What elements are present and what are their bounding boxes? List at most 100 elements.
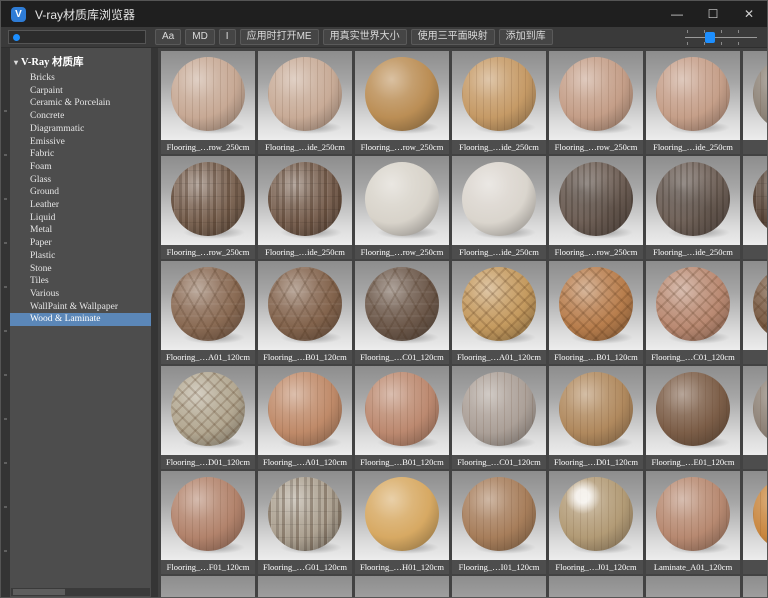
- material-tile[interactable]: Flooring_…B01_120cm: [258, 261, 352, 364]
- sidebar-item-stone[interactable]: Stone: [10, 263, 151, 276]
- sidebar-hscrollbar[interactable]: [11, 588, 150, 596]
- close-button[interactable]: ✕: [731, 1, 767, 27]
- sidebar-item-concrete[interactable]: Concrete: [10, 110, 151, 123]
- toolbar-button-3[interactable]: 应用时打开ME: [240, 29, 319, 45]
- material-tile[interactable]: Flooring_…ide_250cm: [452, 156, 546, 259]
- herringbone-texture: [656, 267, 730, 341]
- material-tile[interactable]: Flooring_…F01_120cm: [161, 471, 255, 574]
- material-tile[interactable]: [452, 576, 546, 597]
- material-tile[interactable]: F: [743, 261, 767, 364]
- material-tile[interactable]: F: [743, 156, 767, 259]
- material-tile[interactable]: Flooring_…J01_120cm: [549, 471, 643, 574]
- sidebar-item-fabric[interactable]: Fabric: [10, 148, 151, 161]
- material-tile[interactable]: Flooring_…D01_120cm: [161, 366, 255, 469]
- sidebar-item-ground[interactable]: Ground: [10, 186, 151, 199]
- material-sphere: [656, 267, 730, 341]
- material-tile[interactable]: [646, 576, 740, 597]
- material-preview: [549, 471, 643, 560]
- material-tile[interactable]: Flooring_…row_250cm: [549, 156, 643, 259]
- material-tile[interactable]: Flooring_…ide_250cm: [646, 156, 740, 259]
- material-tile[interactable]: [743, 576, 767, 597]
- minimize-button[interactable]: —: [659, 1, 695, 27]
- material-tile[interactable]: [258, 576, 352, 597]
- material-tile[interactable]: Flooring_…D01_120cm: [549, 366, 643, 469]
- hex-texture: [268, 267, 342, 341]
- material-tile[interactable]: Flooring_…C01_120cm: [646, 261, 740, 364]
- material-tile[interactable]: [549, 576, 643, 597]
- material-tile[interactable]: Flooring_…ide_250cm: [258, 156, 352, 259]
- sidebar-item-wood-laminate[interactable]: Wood & Laminate: [10, 313, 151, 326]
- material-tile[interactable]: Flooring_…row_250cm: [355, 156, 449, 259]
- material-tile[interactable]: Flooring_…row_250cm: [161, 51, 255, 154]
- sidebar-item-liquid[interactable]: Liquid: [10, 212, 151, 225]
- sidebar-item-plastic[interactable]: Plastic: [10, 250, 151, 263]
- sidebar-item-ceramic-porcelain[interactable]: Ceramic & Porcelain: [10, 97, 151, 110]
- material-preview: [743, 261, 767, 350]
- sidebar-item-bricks[interactable]: Bricks: [10, 72, 151, 85]
- sidebar-item-leather[interactable]: Leather: [10, 199, 151, 212]
- material-sphere: [559, 267, 633, 341]
- material-tile[interactable]: Flooring_…H01_120cm: [355, 471, 449, 574]
- sidebar-item-various[interactable]: Various: [10, 288, 151, 301]
- material-tile[interactable]: Laminate_A01_120cm: [646, 471, 740, 574]
- sidebar-splitter[interactable]: [151, 48, 158, 597]
- material-tile[interactable]: Flooring_…I01_120cm: [452, 471, 546, 574]
- toolbar-button-1[interactable]: MD: [185, 29, 215, 45]
- material-preview: [258, 261, 352, 350]
- material-preview: [452, 51, 546, 140]
- material-tile[interactable]: Flooring_…B01_120cm: [549, 261, 643, 364]
- sidebar-item-diagrammatic[interactable]: Diagrammatic: [10, 123, 151, 136]
- planks-texture: [268, 57, 342, 131]
- material-tile[interactable]: Flooring_…C01_120cm: [355, 261, 449, 364]
- search-field[interactable]: [8, 30, 146, 44]
- material-tile[interactable]: [355, 576, 449, 597]
- material-sphere: [753, 477, 767, 551]
- material-tile[interactable]: Flooring_…row_250cm: [355, 51, 449, 154]
- material-tile[interactable]: F: [743, 51, 767, 154]
- toolbar-button-5[interactable]: 使用三平面映射: [411, 29, 495, 45]
- toolbar-button-0[interactable]: Aa: [155, 29, 181, 45]
- toolbar-button-4[interactable]: 用真实世界大小: [323, 29, 407, 45]
- planks-texture: [753, 477, 767, 551]
- material-label: Flooring_…ide_250cm: [646, 140, 740, 154]
- sidebar-item-paper[interactable]: Paper: [10, 237, 151, 250]
- material-preview: [549, 156, 643, 245]
- maximize-button[interactable]: ☐: [695, 1, 731, 27]
- titlebar[interactable]: V V-ray材质库浏览器 — ☐ ✕: [1, 1, 767, 27]
- planks-texture: [753, 372, 767, 446]
- material-sphere: [656, 162, 730, 236]
- sidebar-root-library[interactable]: ▾V-Ray 材质库: [10, 48, 151, 72]
- sidebar-item-carpaint[interactable]: Carpaint: [10, 85, 151, 98]
- material-tile[interactable]: Flooring_…A01_120cm: [258, 366, 352, 469]
- material-tile[interactable]: [161, 576, 255, 597]
- sidebar-item-glass[interactable]: Glass: [10, 174, 151, 187]
- material-tile[interactable]: Flooring_…ide_250cm: [452, 51, 546, 154]
- sidebar-item-wallpaint-wallpaper[interactable]: WallPaint & Wallpaper: [10, 301, 151, 314]
- toolbar-button-6[interactable]: 添加到库: [499, 29, 553, 45]
- material-tile[interactable]: Flooring_…E01_120cm: [646, 366, 740, 469]
- material-tile[interactable]: Flooring_…ide_250cm: [258, 51, 352, 154]
- sidebar-item-emissive[interactable]: Emissive: [10, 136, 151, 149]
- material-tile[interactable]: [743, 471, 767, 574]
- sidebar-category-list: BricksCarpaintCeramic & PorcelainConcret…: [10, 72, 151, 326]
- thumbnail-size-slider[interactable]: [685, 30, 757, 45]
- material-tile[interactable]: Flooring_…B01_120cm: [355, 366, 449, 469]
- material-tile[interactable]: Flooring_…G01_120cm: [258, 471, 352, 574]
- sidebar-hscrollbar-thumb[interactable]: [13, 589, 65, 595]
- sidebar-item-metal[interactable]: Metal: [10, 224, 151, 237]
- material-label: Flooring_…A01_120cm: [258, 455, 352, 469]
- search-input[interactable]: [20, 32, 145, 42]
- material-tile[interactable]: Flooring_…A01_120cm: [452, 261, 546, 364]
- material-tile[interactable]: Flooring_…row_250cm: [549, 51, 643, 154]
- material-tile[interactable]: Flooring_…row_250cm: [161, 156, 255, 259]
- material-tile[interactable]: Flooring_…ide_250cm: [646, 51, 740, 154]
- toolbar-button-2[interactable]: I: [219, 29, 236, 45]
- material-tile[interactable]: Flooring_…A01_120cm: [161, 261, 255, 364]
- material-preview: [549, 261, 643, 350]
- slider-handle[interactable]: [705, 32, 715, 43]
- sidebar-item-foam[interactable]: Foam: [10, 161, 151, 174]
- material-tile[interactable]: Flooring_…C01_120cm: [452, 366, 546, 469]
- sidebar-item-tiles[interactable]: Tiles: [10, 275, 151, 288]
- material-label: Flooring_…row_250cm: [549, 245, 643, 259]
- material-tile[interactable]: F: [743, 366, 767, 469]
